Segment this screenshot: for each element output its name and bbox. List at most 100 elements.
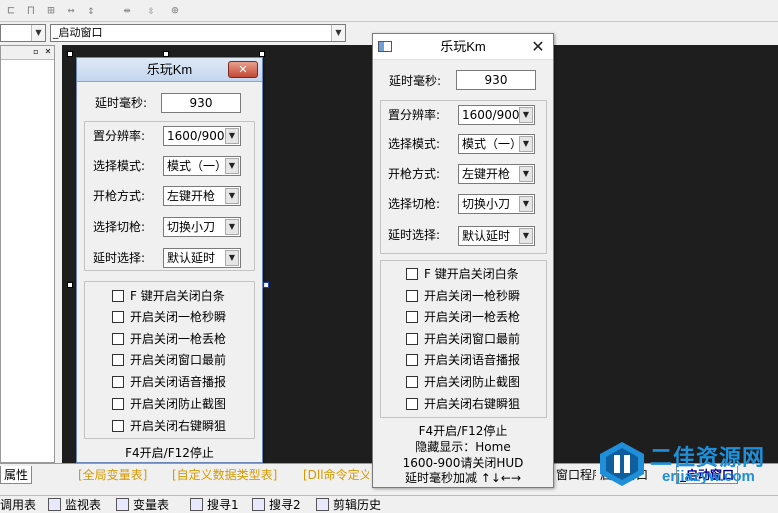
checkbox-right-snipe[interactable]: 开启关闭右键瞬狙 [406,396,520,412]
delay-input[interactable]: 930 [161,93,241,113]
chevron-down-icon: ▼ [331,25,345,41]
clipboard-icon [316,498,329,511]
tab-search1[interactable]: 搜寻1 [190,498,239,512]
checkbox-topmost[interactable]: 开启关闭窗口最前 [112,352,226,368]
fire-mode-select[interactable]: 左键开枪 ▼ [163,186,241,206]
restore-icon[interactable]: ▫ [31,47,41,57]
checkbox-voice[interactable]: 开启关闭语音播报 [112,374,226,390]
delay-input[interactable]: 930 [456,70,536,90]
tab-variable-table-label: 变量表 [133,498,170,512]
same-width-icon[interactable]: ⇹ [118,2,136,18]
checkbox-label: 开启关闭右键瞬狙 [424,397,521,411]
checkbox-box[interactable] [112,290,124,302]
align-center-icon[interactable]: ⊞ [42,2,60,18]
checkbox-box[interactable] [406,376,418,388]
checkbox-box[interactable] [406,398,418,410]
space-horizontal-icon[interactable]: ↔ [62,2,80,18]
checkbox-white-bar[interactable]: F 键开启关闭白条 [406,266,519,282]
watermark-logo-icon [600,442,644,486]
checkbox-box[interactable] [406,268,418,280]
tab-search1-label: 搜寻1 [207,498,239,512]
checkbox-label: 开启关闭一枪秒瞬 [130,310,227,324]
checkbox-box[interactable] [112,376,124,388]
window-combo[interactable]: _启动窗口 ▼ [50,24,346,42]
checkbox-box[interactable] [406,354,418,366]
switch-weapon-select[interactable]: 切换小刀 ▼ [458,194,535,214]
tab-global-vars[interactable]: [全局变量表] [78,466,147,484]
same-height-icon[interactable]: ⇳ [142,2,160,18]
variables-icon [116,498,129,511]
checkbox-anti-screenshot[interactable]: 开启关闭防止截图 [406,374,520,390]
checkbox-topmost[interactable]: 开启关闭窗口最前 [406,331,520,347]
checkbox-label: 开启关闭防止截图 [424,375,521,389]
app-icon [378,41,392,52]
tab-properties[interactable]: 属性 [0,466,33,484]
object-combo[interactable]: ▼ [0,24,46,42]
same-size-icon[interactable]: ⊕ [166,2,184,18]
chevron-down-icon: ▼ [225,158,239,174]
tab-dll-commands[interactable]: [Dll命令定义 [303,466,369,484]
checkbox-voice[interactable]: 开启关闭语音播报 [406,352,520,368]
tab-watch-table-label: 监视表 [65,498,102,512]
window-combo-value: _启动窗口 [53,26,103,39]
mode-select[interactable]: 模式（一） ▼ [458,134,535,154]
checkbox-box[interactable] [112,398,124,410]
checkbox-one-shot[interactable]: 开启关闭一枪秒瞬 [406,288,520,304]
delay-select[interactable]: 默认延时 ▼ [458,226,535,246]
fire-mode-select[interactable]: 左键开枪 ▼ [458,164,535,184]
checkbox-box[interactable] [112,333,124,345]
checkbox-label: F 键开启关闭白条 [130,289,225,303]
resize-handle[interactable] [67,51,73,57]
checkbox-label: F 键开启关闭白条 [424,267,519,281]
tab-search2[interactable]: 搜寻2 [252,498,301,512]
checkbox-one-shot[interactable]: 开启关闭一枪秒瞬 [112,309,226,325]
switch-weapon-select[interactable]: 切换小刀 ▼ [163,217,241,237]
checkbox-drop-gun[interactable]: 开启关闭一枪丢枪 [406,309,520,325]
title-bar[interactable]: 乐玩Km ✕ [373,34,553,60]
chevron-down-icon: ▼ [225,188,239,204]
checkbox-box[interactable] [406,333,418,345]
resolution-select[interactable]: 1600/900 ▼ [163,126,241,146]
chevron-down-icon: ▼ [519,196,533,212]
mode-value: 模式（一） [462,137,523,151]
close-button[interactable]: ✕ [228,61,258,78]
search-icon [190,498,203,511]
checkbox-box[interactable] [112,311,124,323]
tab-custom-types[interactable]: [自定义数据类型表] [172,466,277,484]
checkbox-right-snipe[interactable]: 开启关闭右键瞬狙 [112,418,226,434]
align-top-icon[interactable]: ⊓ [22,2,40,18]
space-vertical-icon[interactable]: ↕ [82,2,100,18]
close-icon[interactable]: ✕ [43,47,53,57]
close-button[interactable]: ✕ [523,34,553,60]
checkbox-label: 开启关闭窗口最前 [130,353,227,367]
resolution-select[interactable]: 1600/900 ▼ [458,105,535,125]
title-bar[interactable]: 乐玩Km ✕ [77,58,262,82]
checkbox-anti-screenshot[interactable]: 开启关闭防止截图 [112,396,226,412]
mode-label: 选择模式: [93,159,146,173]
property-panel: ▫ ✕ [0,45,55,463]
hotkey-hint: F4开启/F12停止 [125,446,214,460]
tab-clip-history[interactable]: 剪辑历史 [316,498,381,512]
mode-select[interactable]: 模式（一） ▼ [163,156,241,176]
resize-handle[interactable] [67,282,73,288]
delay-select-value: 默认延时 [167,251,216,265]
tab-window-program[interactable]: 窗口程序 [556,466,596,484]
tab-variable-table[interactable]: 变量表 [116,498,169,512]
checkbox-drop-gun[interactable]: 开启关闭一枪丢枪 [112,331,226,347]
checkbox-box[interactable] [406,290,418,302]
align-left-icon[interactable]: ⊏ [2,2,20,18]
checkbox-box[interactable] [112,354,124,366]
delay-select[interactable]: 默认延时 ▼ [163,248,241,268]
chevron-down-icon: ▼ [31,25,45,41]
hotkey-hint: F4开启/F12停止 [418,424,508,438]
resize-handle[interactable] [263,282,269,288]
tab-call-table[interactable]: 调用表 [0,498,36,512]
bottom-panel-tabs: 调用表 监视表 变量表 搜寻1 搜寻2 剪辑历史 [0,495,778,513]
checkbox-label: 开启关闭语音播报 [424,353,521,367]
checkbox-box[interactable] [406,311,418,323]
checkbox-box[interactable] [112,420,124,432]
switch-weapon-label: 选择切枪: [93,220,146,234]
tab-watch-table[interactable]: 监视表 [48,498,101,512]
checkbox-white-bar[interactable]: F 键开启关闭白条 [112,288,225,304]
tab-search2-label: 搜寻2 [269,498,301,512]
